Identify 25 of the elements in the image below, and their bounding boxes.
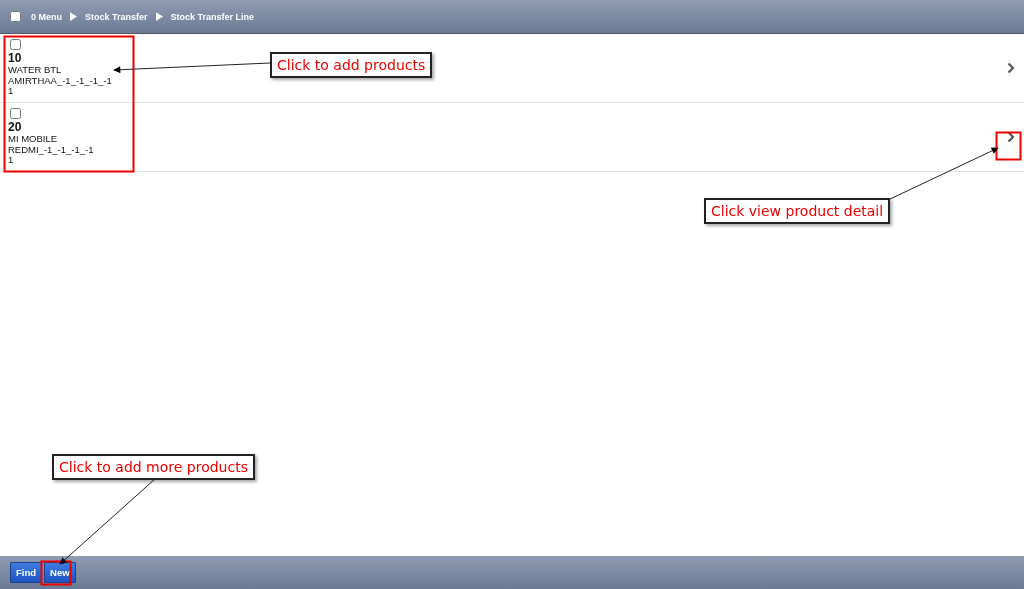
breadcrumb-link[interactable]: Stock Transfer Line xyxy=(170,11,255,22)
product-name: MI MOBILE xyxy=(8,134,58,145)
product-name: WATER BTL xyxy=(8,65,62,76)
line-number: 20 xyxy=(8,121,22,135)
quantity-text: 1 xyxy=(8,155,14,166)
line-checkbox[interactable] xyxy=(10,39,21,51)
breadcrumb-link[interactable]: Stock Transfer xyxy=(85,11,148,22)
product-attributes: AMIRTHAA_-1_-1_-1_-1 xyxy=(8,75,112,87)
chevron-right-icon[interactable] xyxy=(1007,131,1015,143)
select-all-checkbox[interactable] xyxy=(10,11,21,22)
breadcrumb-separator-icon xyxy=(155,12,163,21)
chevron-right-icon[interactable] xyxy=(1007,62,1015,74)
callout-note: Click to add more products xyxy=(52,454,255,480)
breadcrumb-link[interactable]: 0 Menu xyxy=(31,11,62,22)
breadcrumb-separator-icon xyxy=(70,12,77,21)
line-number: 10 xyxy=(8,52,22,66)
callout-note: Click to add products xyxy=(270,52,433,78)
highlight-frame xyxy=(995,131,1022,161)
footer-button[interactable]: Find xyxy=(10,562,43,583)
product-attributes: REDMI_-1_-1_-1_-1 xyxy=(8,144,94,156)
quantity-text: 1 xyxy=(8,86,14,97)
line-row[interactable]: 20 MI MOBILE REDMI_-1_-1_-1_-1 1 xyxy=(0,103,1024,172)
callout-note: Click view product detail xyxy=(704,198,891,224)
highlight-frame xyxy=(40,560,72,586)
line-checkbox[interactable] xyxy=(10,108,21,120)
